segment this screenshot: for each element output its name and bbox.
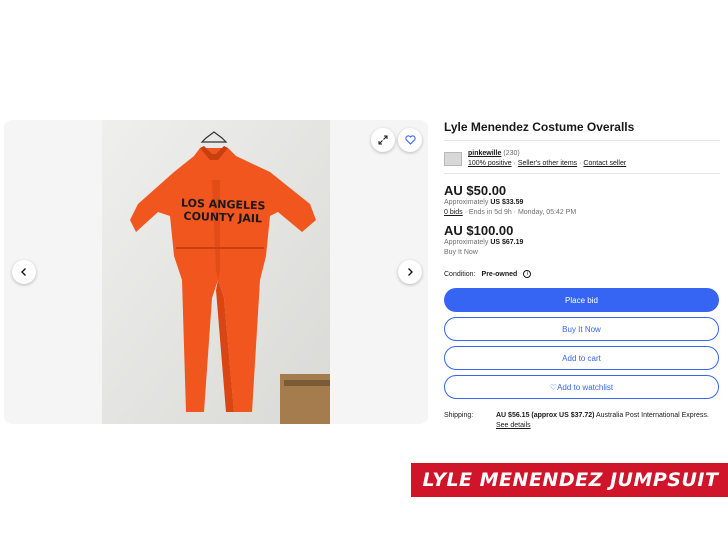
add-to-cart-button[interactable]: Add to cart xyxy=(444,346,719,370)
condition-label: Condition: xyxy=(444,270,476,278)
seller-divider xyxy=(444,173,720,174)
title-divider xyxy=(444,140,720,141)
buy-it-now-button[interactable]: Buy It Now xyxy=(444,317,719,341)
seller-feedback-count: (230) xyxy=(503,150,520,157)
auction-end-time: · Ends in 5d 9h · Monday, 05:42 PM xyxy=(464,209,577,216)
shipping-details-link[interactable]: See details xyxy=(496,422,531,429)
chevron-left-icon xyxy=(21,268,26,276)
jumpsuit-print: LOS ANGELES COUNTY JAIL xyxy=(168,196,279,226)
info-icon[interactable]: i xyxy=(523,270,532,278)
bid-price-block: AU $50.00 Approximately US $33.59 0 bids… xyxy=(444,184,720,218)
bid-approx-prefix: Approximately xyxy=(444,199,489,206)
watch-heart-button[interactable] xyxy=(398,128,422,152)
buy-now-approx-prefix: Approximately xyxy=(444,239,489,246)
buy-now-approx-value: US $67.19 xyxy=(490,239,524,246)
buy-now-price-block: AU $100.00 Approximately US $67.19 Buy I… xyxy=(444,224,720,258)
chevron-right-icon xyxy=(408,268,413,276)
seller-avatar[interactable] xyxy=(444,152,462,166)
shipping-amount: AU $56.15 (approx US $37.72) xyxy=(496,412,595,419)
current-bid-price: AU $50.00 xyxy=(444,183,507,198)
next-image-button[interactable] xyxy=(398,260,422,284)
buy-now-price: AU $100.00 xyxy=(444,223,514,238)
separator: · xyxy=(513,160,516,167)
watchlist-heart-icon: ♡ xyxy=(549,382,558,392)
contact-seller-link[interactable]: Contact seller xyxy=(583,160,626,167)
jumpsuit-image xyxy=(102,120,330,424)
seller-name-link[interactable]: pinkewille xyxy=(468,150,501,157)
image-gallery: LOS ANGELES COUNTY JAIL xyxy=(4,120,428,424)
caption-banner: LYLE MENENDEZ JUMPSUIT xyxy=(405,463,728,497)
seller-info: pinkewille (230) 100% positive · Seller'… xyxy=(444,147,720,171)
item-title: Lyle Menendez Costume Overalls xyxy=(444,120,635,134)
buy-now-label: Buy It Now xyxy=(444,249,478,256)
shipping-row: Shipping: AU $56.15 (approx US $37.72) A… xyxy=(444,411,720,431)
seller-other-items-link[interactable]: Seller's other items xyxy=(518,160,577,167)
expand-icon xyxy=(378,135,388,145)
caption-banner-text: LYLE MENENDEZ JUMPSUIT xyxy=(422,469,719,491)
place-bid-button[interactable]: Place bid xyxy=(444,288,719,312)
heart-icon xyxy=(404,135,416,145)
top-whitespace xyxy=(0,0,728,104)
bid-count-link[interactable]: 0 bids xyxy=(444,209,463,216)
separator: · xyxy=(579,160,582,167)
item-details: Lyle Menendez Costume Overalls pinkewill… xyxy=(444,120,720,431)
seller-feedback-link[interactable]: 100% positive xyxy=(468,160,512,167)
condition-value: Pre-owned xyxy=(481,270,518,278)
previous-image-button[interactable] xyxy=(12,260,36,284)
condition-row: Condition: Pre-owned i xyxy=(444,268,720,280)
add-to-watchlist-button[interactable]: ♡ Add to watchlist xyxy=(444,375,719,399)
item-photo[interactable]: LOS ANGELES COUNTY JAIL xyxy=(102,120,330,424)
expand-image-button[interactable] xyxy=(371,128,395,152)
shipping-method: Australia Post International Express. xyxy=(596,412,709,419)
shipping-label: Shipping: xyxy=(444,412,474,419)
bid-approx-value: US $33.59 xyxy=(490,199,524,206)
add-to-watchlist-label: Add to watchlist xyxy=(557,382,614,392)
